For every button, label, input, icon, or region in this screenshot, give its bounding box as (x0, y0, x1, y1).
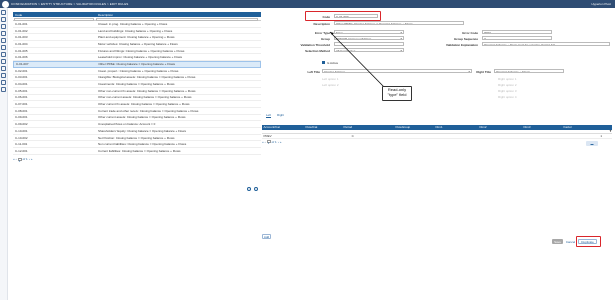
side-tabs: Left Right (266, 113, 284, 118)
cancel-button[interactable]: Cancel (565, 239, 576, 244)
grid-page-number-input[interactable]: 1 (266, 140, 271, 145)
annotation-arrows (329, 31, 386, 89)
callout-line-2: "type" field (387, 92, 407, 97)
duplicate-highlight (576, 236, 601, 247)
terms-grid: Account/Cat Flow/Cat Period FlowGroup Dim1 Di… (262, 125, 612, 146)
read-only-callout: Read-only "type" field (382, 86, 412, 101)
save-button[interactable]: Save (552, 239, 563, 244)
grid-row[interactable]: PREV C 1 (262, 134, 612, 139)
tab-right[interactable]: Right (277, 113, 284, 118)
tab-left[interactable]: Left (266, 113, 272, 118)
grid-next-page-icon[interactable]: › (278, 140, 279, 144)
grid-last-page-icon[interactable]: » (280, 140, 282, 144)
grid-cell-factor: 1 (600, 133, 602, 138)
callout-arrowhead (330, 32, 334, 35)
add-button[interactable]: Add (262, 234, 271, 239)
filter-icon[interactable]: ▼ (262, 129, 612, 133)
grid-first-page-icon[interactable]: « (262, 140, 264, 144)
grid-edit-button[interactable]: ▬ (586, 141, 598, 146)
callout-arrow (329, 31, 386, 89)
grid-cell-flow: C (351, 133, 354, 138)
grid-prev-page-icon[interactable]: ‹ (265, 140, 266, 144)
grid-cell-account: PREV (263, 133, 272, 138)
grid-pager: « ‹ 1 of 1 › » (262, 139, 612, 146)
grid-page-of-label: of 1 (271, 139, 277, 144)
